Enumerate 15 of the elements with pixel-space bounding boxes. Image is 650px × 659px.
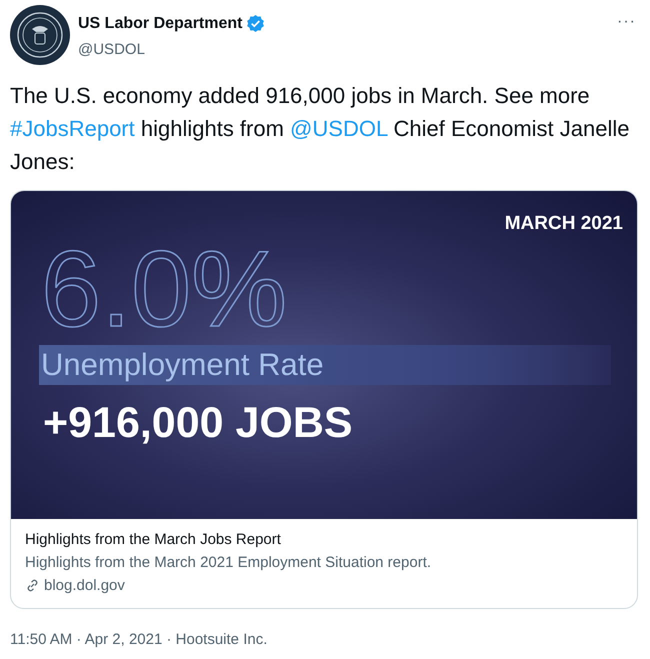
graphic-band: Unemployment Rate xyxy=(39,345,611,385)
link-icon xyxy=(25,578,40,593)
more-button[interactable]: ··· xyxy=(615,13,638,31)
tweet-meta: 11:50 AM · Apr 2, 2021 · Hootsuite Inc. xyxy=(10,631,268,648)
link-card[interactable]: MARCH 2021 6.0% Unemployment Rate +916,000 JOBS Highlights from the March Jobs Report Highlights from the March 2021 Employment Situation report. blog.dol.gov xyxy=(10,190,638,609)
graphic-jobs: +916,000 JOBS xyxy=(43,399,353,448)
author-name[interactable]: US Labor Department xyxy=(78,14,242,32)
graphic-date: MARCH 2021 xyxy=(504,213,623,235)
author-handle[interactable]: @USDOL xyxy=(78,41,608,58)
card-description: Highlights from the March 2021 Employment Situation report. xyxy=(25,554,432,571)
graphic-rate: 6.0% xyxy=(41,239,288,339)
card-domain: blog.dol.gov xyxy=(44,577,125,594)
tweet-text: The U.S. economy added 916,000 jobs in March. See more #JobsReport highlights from @USDOL Chief Economist Janelle Jones: xyxy=(10,82,630,176)
card-title: Highlights from the March Jobs Report xyxy=(25,531,282,548)
seal-avatar-icon[interactable] xyxy=(10,5,70,65)
